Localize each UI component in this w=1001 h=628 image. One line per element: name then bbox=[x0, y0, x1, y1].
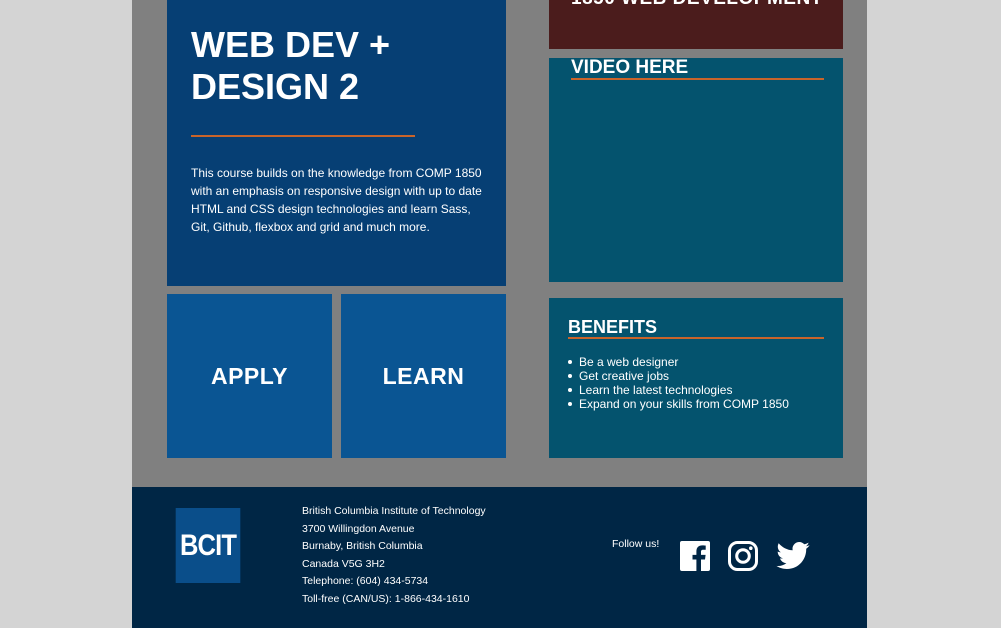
video-divider bbox=[571, 78, 824, 80]
course-banner: 1850 WEB DEVELOPMENT bbox=[549, 0, 843, 49]
apply-button[interactable]: APPLY bbox=[167, 294, 332, 458]
footer: BCIT British Columbia Institute of Techn… bbox=[132, 487, 867, 628]
twitter-icon[interactable] bbox=[776, 540, 810, 572]
benefits-list: Be a web designer Get creative jobs Lear… bbox=[568, 355, 789, 411]
instagram-icon[interactable] bbox=[727, 540, 759, 572]
page-container: WEB DEV + DESIGN 2 This course builds on… bbox=[132, 0, 867, 628]
address-line: Canada V5G 3H2 bbox=[302, 557, 385, 570]
bcit-logo[interactable]: BCIT bbox=[175, 508, 241, 583]
address-line: British Columbia Institute of Technology bbox=[302, 505, 486, 517]
benefits-title: BENEFITS bbox=[568, 317, 658, 337]
benefits-panel: BENEFITS Be a web designer Get creative … bbox=[549, 298, 843, 458]
address-block: British Columbia Institute of Technology… bbox=[302, 503, 486, 609]
facebook-icon[interactable] bbox=[679, 540, 711, 572]
address-line: Telephone: (604) 434-5734 bbox=[302, 575, 429, 588]
list-item: Be a web designer bbox=[568, 355, 789, 369]
list-item: Get creative jobs bbox=[568, 369, 789, 383]
learn-button[interactable]: LEARN bbox=[341, 294, 506, 458]
follow-label: Follow us! bbox=[612, 538, 660, 550]
hero-divider bbox=[191, 135, 415, 137]
video-panel[interactable]: VIDEO HERE bbox=[549, 58, 843, 282]
hero-description: This course builds on the knowledge from… bbox=[191, 166, 482, 234]
address-line: 3700 Willingdon Avenue bbox=[302, 522, 415, 535]
video-title: VIDEO HERE bbox=[571, 57, 689, 78]
address-line: Toll-free (CAN/US): 1-866-434-1610 bbox=[302, 592, 470, 605]
address-line: Burnaby, British Columbia bbox=[302, 540, 423, 553]
list-item: Learn the latest technologies bbox=[568, 383, 789, 397]
hero-title: WEB DEV + DESIGN 2 bbox=[191, 24, 391, 107]
course-banner-text: 1850 WEB DEVELOPMENT bbox=[571, 0, 823, 10]
list-item: Expand on your skills from COMP 1850 bbox=[568, 397, 789, 411]
benefits-divider bbox=[568, 337, 824, 339]
hero-panel: WEB DEV + DESIGN 2 This course builds on… bbox=[167, 0, 506, 286]
